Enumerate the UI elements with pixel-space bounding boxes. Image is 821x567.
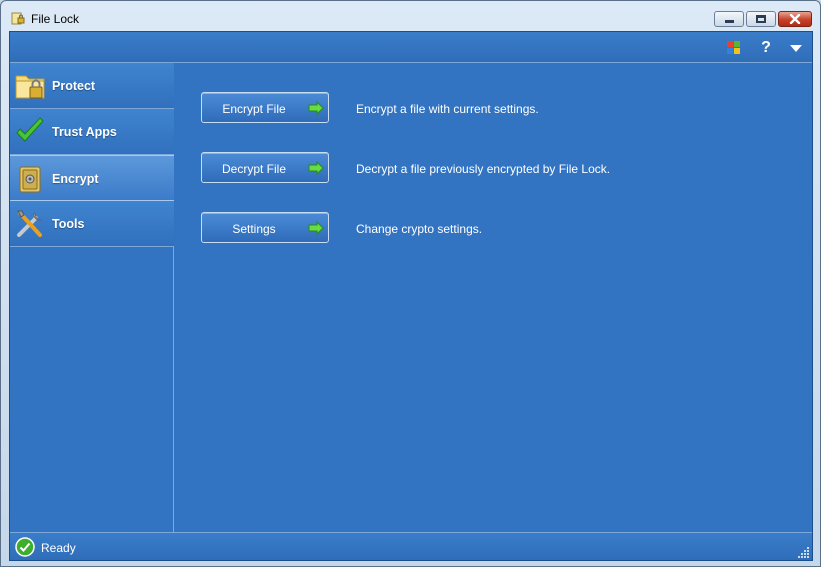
windows-logo-icon[interactable]: [724, 38, 744, 58]
main-panel: ? Protect Trust Apps Encrypt Tools Encry…: [9, 31, 813, 561]
sidebar-item-label: Tools: [52, 217, 85, 231]
arrow-right-icon: [308, 221, 324, 235]
sidebar-item-label: Encrypt: [52, 172, 99, 186]
settings-button[interactable]: Settings: [201, 212, 329, 243]
sidebar: Protect Trust Apps Encrypt Tools: [10, 63, 174, 532]
decrypt-file-description: Decrypt a file previously encrypted by F…: [356, 162, 611, 176]
encrypt-file-description: Encrypt a file with current settings.: [356, 102, 539, 116]
status-bar: Ready: [10, 532, 812, 560]
app-window: File Lock ? Protect Trust Apps Encrypt T…: [0, 0, 821, 567]
decrypt-file-button[interactable]: Decrypt File: [201, 152, 329, 183]
title-bar[interactable]: File Lock: [1, 1, 820, 31]
dropdown-menu-icon[interactable]: [786, 38, 806, 58]
folder-lock-icon: [15, 75, 45, 99]
settings-description: Change crypto settings.: [356, 222, 483, 236]
arrow-right-icon: [308, 101, 324, 115]
sidebar-item-tools[interactable]: Tools: [10, 201, 174, 247]
help-label: ?: [761, 39, 771, 56]
sidebar-item-encrypt[interactable]: Encrypt: [10, 155, 174, 201]
maximize-button[interactable]: [746, 11, 776, 27]
decrypt-file-label: Decrypt File: [221, 162, 286, 176]
checkmark-icon: [16, 117, 44, 142]
minimize-icon: [724, 20, 734, 23]
close-button[interactable]: [778, 11, 812, 27]
status-text: Ready: [41, 541, 76, 555]
ok-check-icon: [15, 537, 35, 557]
help-icon[interactable]: ?: [756, 38, 776, 58]
sidebar-item-protect[interactable]: Protect: [10, 63, 174, 109]
window-title: File Lock: [31, 12, 80, 26]
top-toolbar: ?: [10, 32, 812, 63]
minimize-button[interactable]: [714, 11, 744, 27]
sidebar-item-label: Protect: [52, 79, 96, 93]
arrow-right-icon: [308, 161, 324, 175]
close-icon: [789, 14, 801, 24]
sidebar-item-trust-apps[interactable]: Trust Apps: [10, 109, 174, 155]
chevron-down-icon: [790, 44, 802, 52]
settings-label: Settings: [232, 222, 276, 236]
sidebar-item-label: Trust Apps: [52, 125, 117, 139]
encrypt-file-label: Encrypt File: [222, 102, 286, 116]
file-lock-app-icon: [11, 12, 25, 25]
maximize-icon: [756, 15, 766, 23]
encrypt-file-button[interactable]: Encrypt File: [201, 92, 329, 123]
safe-icon: [19, 166, 41, 193]
tools-icon: [17, 210, 43, 237]
resize-grip-icon[interactable]: [798, 546, 810, 558]
